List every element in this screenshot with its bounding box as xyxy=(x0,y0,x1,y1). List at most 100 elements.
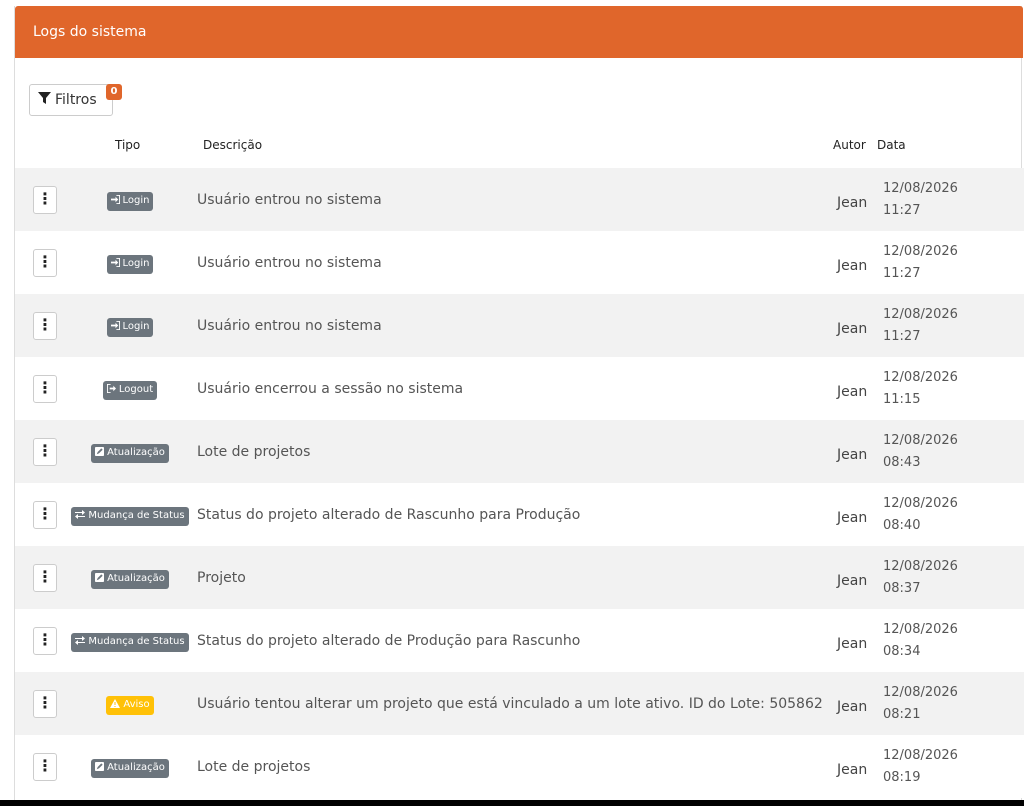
type-badge: Atualização xyxy=(91,569,169,589)
filters-button[interactable]: Filtros xyxy=(29,84,113,116)
column-header-author[interactable]: Autor xyxy=(833,138,866,152)
row-actions-button[interactable]: ⋮ xyxy=(33,437,57,466)
log-row: ⋮ Mudança de Status Status do projeto alte… xyxy=(15,483,1024,546)
time-text: 11:27 xyxy=(883,265,921,281)
date-text: 12/08/2026 xyxy=(883,495,958,511)
row-actions-button[interactable]: ⋮ xyxy=(33,752,57,781)
time-text: 11:27 xyxy=(883,328,921,344)
type-cell: Atualização xyxy=(63,546,197,609)
date-cell: 12/08/2026 08:21 xyxy=(883,672,1024,735)
row-actions-button[interactable]: ⋮ xyxy=(33,248,57,277)
row-menu-cell: ⋮ xyxy=(15,420,63,483)
date-text: 12/08/2026 xyxy=(883,306,958,322)
column-header-description[interactable]: Descrição xyxy=(203,138,262,152)
type-label: Atualização xyxy=(107,573,165,584)
description-cell: Status do projeto alterado de Produção p… xyxy=(197,609,837,672)
sign-in-icon xyxy=(110,320,120,334)
author-cell: Jean xyxy=(837,231,883,294)
type-badge: Mudança de Status xyxy=(71,632,189,652)
author-cell: Jean xyxy=(837,609,883,672)
row-actions-button[interactable]: ⋮ xyxy=(33,374,57,403)
warning-icon xyxy=(110,698,121,712)
date-cell: 12/08/2026 08:34 xyxy=(883,609,1024,672)
description-cell: Usuário entrou no sistema xyxy=(197,168,837,231)
row-menu-cell: ⋮ xyxy=(15,168,63,231)
logs-table: ⋮ Login Usuário entrou no sistema Jean 12/08… xyxy=(15,168,1024,798)
row-menu-cell: ⋮ xyxy=(15,672,63,735)
row-actions-button[interactable]: ⋮ xyxy=(33,563,57,592)
type-badge: Aviso xyxy=(106,695,154,715)
type-badge: Login xyxy=(106,317,154,337)
type-label: Aviso xyxy=(123,699,150,710)
row-menu-cell: ⋮ xyxy=(15,735,63,798)
date-text: 12/08/2026 xyxy=(883,621,958,637)
author-cell: Jean xyxy=(837,420,883,483)
date-cell: 12/08/2026 11:27 xyxy=(883,168,1024,231)
date-cell: 12/08/2026 08:19 xyxy=(883,735,1024,798)
type-label: Login xyxy=(122,258,150,269)
sign-out-icon xyxy=(106,383,116,397)
row-actions-button[interactable]: ⋮ xyxy=(33,185,57,214)
date-cell: 12/08/2026 08:43 xyxy=(883,420,1024,483)
description-cell: Status do projeto alterado de Rascunho p… xyxy=(197,483,837,546)
type-badge: Mudança de Status xyxy=(71,506,189,526)
type-cell: Login xyxy=(63,231,197,294)
filters-label: Filtros xyxy=(55,92,97,108)
description-cell: Lote de projetos xyxy=(197,735,837,798)
time-text: 11:15 xyxy=(883,391,921,407)
type-cell: Atualização xyxy=(63,735,197,798)
description-cell: Usuário encerrou a sessão no sistema xyxy=(197,357,837,420)
row-actions-button[interactable]: ⋮ xyxy=(33,626,57,655)
type-badge: Atualização xyxy=(91,758,169,778)
sign-in-icon xyxy=(110,194,120,208)
date-text: 12/08/2026 xyxy=(883,558,958,574)
log-row: ⋮ Login Usuário entrou no sistema Jean 12/08… xyxy=(15,294,1024,357)
date-text: 12/08/2026 xyxy=(883,243,958,259)
row-actions-button[interactable]: ⋮ xyxy=(33,689,57,718)
type-badge: Atualização xyxy=(91,443,169,463)
type-cell: Mudança de Status xyxy=(63,609,197,672)
log-row: ⋮ Atualização Lote de projetos Jean 12/08/20… xyxy=(15,735,1024,798)
author-cell: Jean xyxy=(837,168,883,231)
column-header-date[interactable]: Data xyxy=(877,138,906,152)
description-cell: Usuário entrou no sistema xyxy=(197,231,837,294)
row-menu-cell: ⋮ xyxy=(15,357,63,420)
date-cell: 12/08/2026 11:27 xyxy=(883,294,1024,357)
row-actions-button[interactable]: ⋮ xyxy=(33,311,57,340)
type-badge: Login xyxy=(106,254,154,274)
author-cell: Jean xyxy=(837,483,883,546)
filters-count-badge: 0 xyxy=(106,84,122,100)
exchange-icon xyxy=(75,635,86,649)
log-row: ⋮ Aviso Usuário tentou alterar um projeto … xyxy=(15,672,1024,735)
log-row: ⋮ Atualização Lote de projetos Jean 12/08/20… xyxy=(15,420,1024,483)
type-badge: Login xyxy=(106,191,154,211)
date-cell: 12/08/2026 08:40 xyxy=(883,483,1024,546)
bottom-edge xyxy=(0,800,1024,806)
time-text: 08:43 xyxy=(883,454,921,470)
log-row: ⋮ Login Usuário entrou no sistema Jean 12/08… xyxy=(15,231,1024,294)
author-cell: Jean xyxy=(837,546,883,609)
type-badge: Logout xyxy=(102,380,158,400)
edit-icon xyxy=(95,572,105,586)
description-cell: Usuário entrou no sistema xyxy=(197,294,837,357)
row-menu-cell: ⋮ xyxy=(15,294,63,357)
time-text: 08:34 xyxy=(883,643,921,659)
type-label: Mudança de Status xyxy=(88,510,185,521)
date-cell: 12/08/2026 11:15 xyxy=(883,357,1024,420)
date-text: 12/08/2026 xyxy=(883,747,958,763)
date-text: 12/08/2026 xyxy=(883,432,958,448)
row-actions-button[interactable]: ⋮ xyxy=(33,500,57,529)
row-menu-cell: ⋮ xyxy=(15,231,63,294)
row-menu-cell: ⋮ xyxy=(15,546,63,609)
time-text: 08:19 xyxy=(883,769,921,785)
type-label: Atualização xyxy=(107,447,165,458)
type-cell: Login xyxy=(63,294,197,357)
description-cell: Lote de projetos xyxy=(197,420,837,483)
type-label: Mudança de Status xyxy=(88,636,185,647)
type-cell: Atualização xyxy=(63,420,197,483)
type-label: Login xyxy=(122,321,150,332)
log-row: ⋮ Logout Usuário encerrou a sessão no sist… xyxy=(15,357,1024,420)
column-header-type[interactable]: Tipo xyxy=(115,138,140,152)
sign-in-icon xyxy=(110,257,120,271)
date-text: 12/08/2026 xyxy=(883,180,958,196)
